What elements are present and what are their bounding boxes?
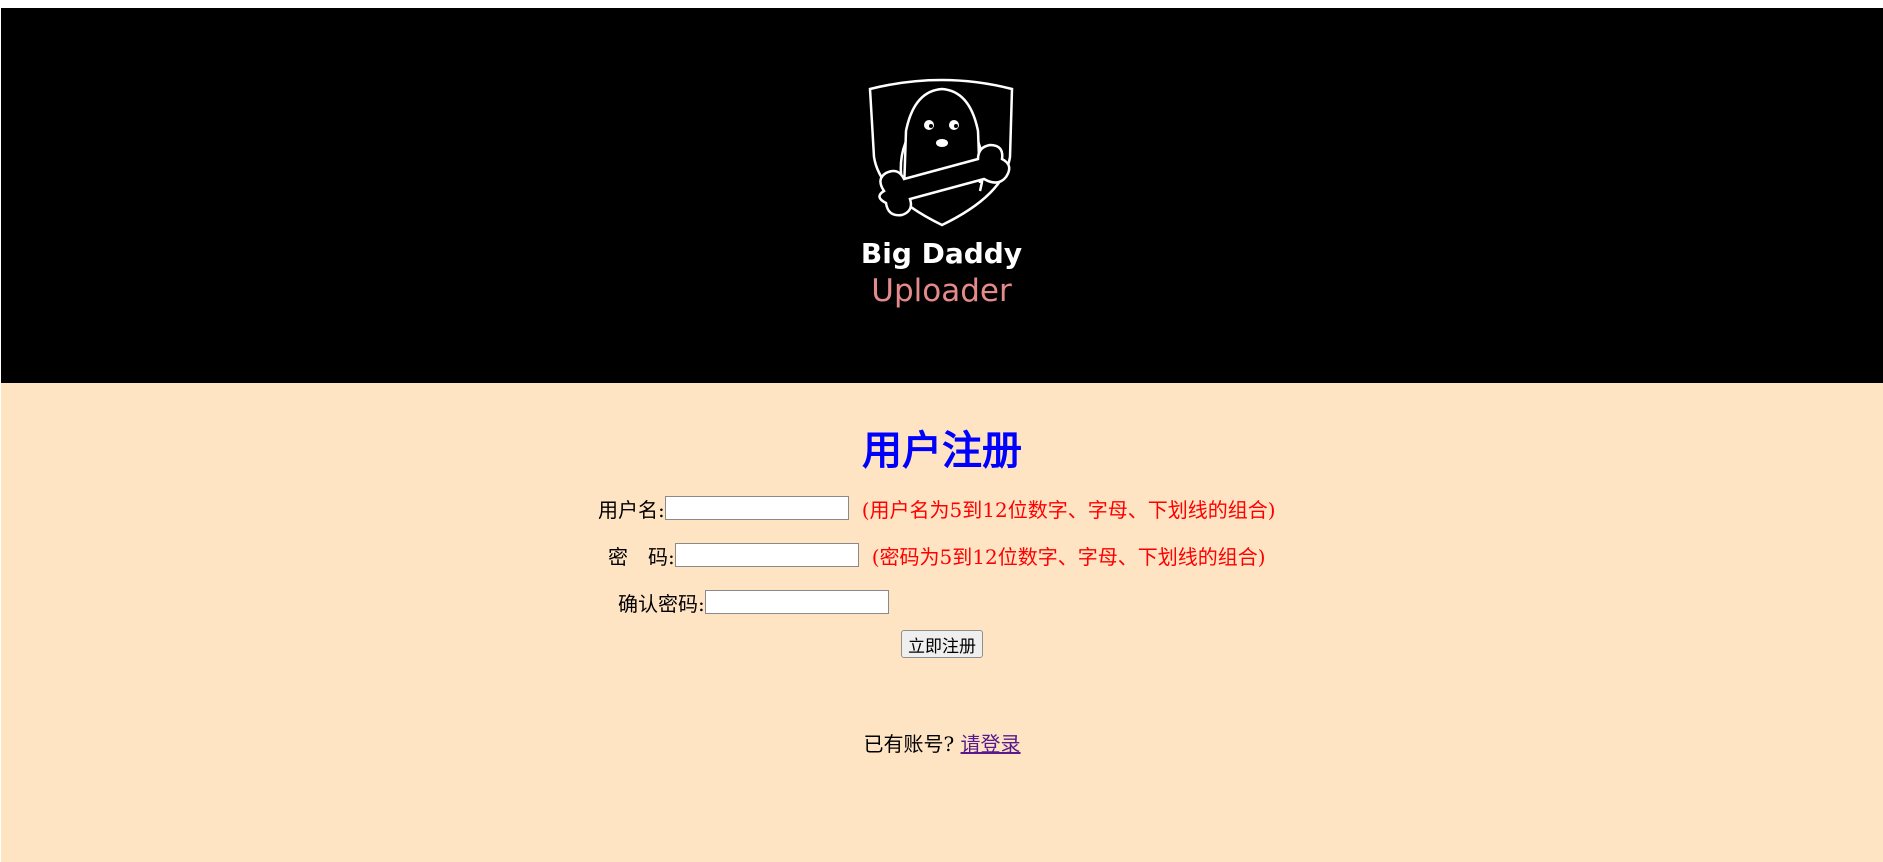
confirm-password-input[interactable] xyxy=(704,590,889,614)
page-frame: Big Daddy Uploader 用户注册 用户名: (用户名为5到12位数… xyxy=(1,8,1883,862)
register-button[interactable]: 立即注册 xyxy=(901,630,983,658)
password-hint: (密码为5到12位数字、字母、下划线的组合) xyxy=(871,544,1266,569)
username-label: 用户名: xyxy=(598,497,665,522)
password-label: 密 码: xyxy=(608,544,675,569)
password-row: 密 码: (密码为5到12位数字、字母、下划线的组合) xyxy=(608,541,1266,569)
header-banner: Big Daddy Uploader xyxy=(1,8,1883,383)
dog-with-bone-shield-icon xyxy=(868,78,1014,227)
logo: Big Daddy Uploader xyxy=(854,73,1029,333)
confirm-password-label: 确认密码: xyxy=(618,591,705,616)
logo-title-line2: Uploader xyxy=(871,273,1012,309)
logo-title-line1: Big Daddy xyxy=(860,237,1023,270)
username-hint: (用户名为5到12位数字、字母、下划线的组合) xyxy=(861,497,1276,522)
login-link[interactable]: 请登录 xyxy=(961,732,1021,756)
username-row: 用户名: (用户名为5到12位数字、字母、下划线的组合) xyxy=(598,494,1276,522)
password-input[interactable] xyxy=(674,543,859,567)
username-input[interactable] xyxy=(664,496,849,520)
login-prompt: 已有账号? 请登录 xyxy=(1,728,1883,757)
confirm-password-row: 确认密码: xyxy=(618,588,889,616)
login-prompt-text: 已有账号? xyxy=(863,732,955,756)
page-title: 用户注册 xyxy=(862,428,1022,474)
